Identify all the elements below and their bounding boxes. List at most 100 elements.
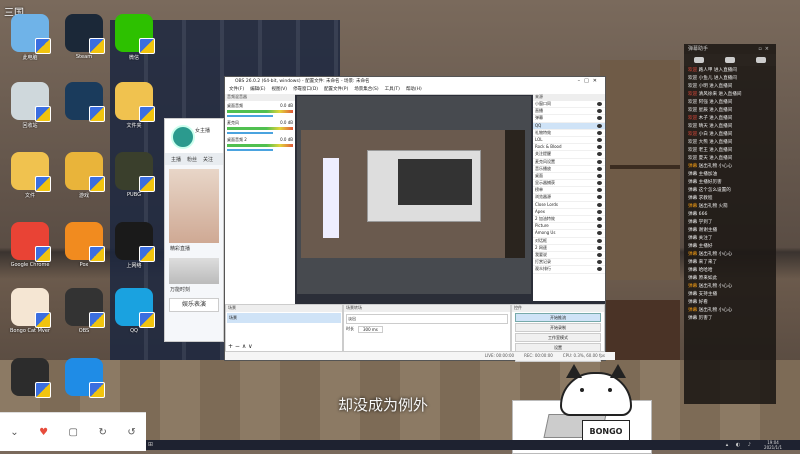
- clock[interactable]: 19:04 2021/1/1: [764, 440, 782, 450]
- window-icon[interactable]: ▢: [69, 427, 78, 438]
- desktop-icon-computer[interactable]: 此电脑: [4, 14, 56, 61]
- source-item[interactable]: 麦克风设置: [533, 159, 605, 166]
- visibility-eye-icon[interactable]: [597, 152, 602, 157]
- volume-slider[interactable]: [227, 149, 274, 151]
- source-item[interactable]: Close Lords: [533, 202, 605, 209]
- menu-item-0[interactable]: 文件(F): [229, 86, 244, 94]
- obs-window[interactable]: OBS 26.0.2 (64-bit, windows) - 配置文件: 未命名…: [224, 76, 615, 362]
- visibility-eye-icon[interactable]: [597, 202, 602, 207]
- desktop-icon-app-v[interactable]: 上网络: [108, 222, 160, 269]
- heart-icon[interactable]: ♥: [39, 427, 48, 438]
- live-helper-window[interactable]: 女主播 主播 粉丝 关注 精彩直播 万能时刻 娱乐表演: [164, 118, 224, 342]
- avatar[interactable]: [171, 125, 195, 149]
- visibility-eye-icon[interactable]: [597, 238, 602, 243]
- visibility-eye-icon[interactable]: [597, 130, 602, 135]
- duration-input[interactable]: 300 ms: [358, 326, 383, 333]
- visibility-eye-icon[interactable]: [597, 116, 602, 121]
- desktop-icon-qq[interactable]: QQ: [108, 288, 160, 334]
- visibility-eye-icon[interactable]: [597, 188, 602, 193]
- settings-button[interactable]: 设置: [515, 343, 601, 352]
- desktop-icon-recycle[interactable]: 回收站: [4, 82, 56, 129]
- desktop-icon-folder[interactable]: 文件夹: [108, 82, 160, 129]
- source-item[interactable]: LOL: [533, 137, 605, 145]
- chat-gift-icon[interactable]: [724, 57, 735, 63]
- source-item[interactable]: 音乐播放: [533, 166, 605, 173]
- tray-icons[interactable]: ▴ ◐ ♪: [726, 442, 754, 448]
- danmaku-chat-window[interactable]: 弹幕助手 ▫× 欢迎 路人甲 进入直播间 欢迎 小鱼儿 进入直播间 欢迎 小明 进入…: [684, 44, 776, 404]
- visibility-eye-icon[interactable]: [597, 137, 602, 142]
- visibility-eye-icon[interactable]: [597, 195, 602, 200]
- scene-add-icon[interactable]: + − ∧ ∨: [228, 343, 253, 350]
- desktop-icon-wechat[interactable]: 微信: [108, 14, 160, 61]
- close-icon[interactable]: ✕: [593, 78, 601, 84]
- visibility-eye-icon[interactable]: [597, 166, 602, 171]
- studio-mode-button[interactable]: 工作室模式: [515, 333, 601, 342]
- source-item[interactable]: 2 加油特效: [533, 216, 605, 224]
- close-icon[interactable]: ×: [765, 46, 772, 52]
- visibility-eye-icon[interactable]: [597, 102, 602, 106]
- menu-item-2[interactable]: 视图(V): [271, 86, 287, 94]
- menu-item-1[interactable]: 编辑(E): [250, 86, 265, 94]
- menu-item-4[interactable]: 配置文件(P): [324, 86, 348, 94]
- obs-preview[interactable]: [297, 96, 531, 294]
- desktop-icon-game-fox[interactable]: 游戏: [58, 152, 110, 199]
- desktop-icon-file[interactable]: 文件: [4, 152, 56, 199]
- desktop-icon-pubg[interactable]: PUBG: [108, 152, 160, 198]
- source-item[interactable]: 观众排行: [533, 266, 605, 274]
- visibility-eye-icon[interactable]: [597, 224, 602, 229]
- undo-icon[interactable]: ↺: [127, 427, 135, 438]
- volume-slider[interactable]: [227, 115, 274, 117]
- collapse-icon[interactable]: ⌄: [10, 427, 18, 438]
- desktop-icon-app-blue-f[interactable]: [58, 358, 110, 398]
- desktop-icon-chrome[interactable]: Google Chrome: [4, 222, 56, 268]
- source-item[interactable]: 礼物特效: [533, 130, 605, 137]
- chat-window-controls[interactable]: ▫×: [758, 44, 772, 54]
- source-item[interactable]: 显示器捕获: [533, 180, 605, 188]
- visibility-eye-icon[interactable]: [597, 159, 602, 164]
- visibility-eye-icon[interactable]: [597, 123, 602, 128]
- desktop-icon-bongo-cat[interactable]: Bongo Cat Mver: [4, 288, 56, 334]
- visibility-eye-icon[interactable]: [597, 173, 602, 178]
- tab-follow[interactable]: 关注: [203, 156, 213, 163]
- entertainment-button[interactable]: 娱乐表演: [169, 298, 219, 312]
- source-item[interactable]: Among Us: [533, 230, 605, 238]
- menu-item-6[interactable]: 工具(T): [385, 86, 400, 94]
- source-item[interactable]: Apex: [533, 209, 605, 216]
- source-item[interactable]: QQ: [533, 122, 605, 130]
- source-item[interactable]: 浏览器源: [533, 194, 605, 202]
- chat-user-icon[interactable]: [755, 57, 766, 63]
- source-item[interactable]: 直播: [533, 108, 605, 116]
- source-item[interactable]: 弹幕: [533, 115, 605, 123]
- source-item[interactable]: 小窗口同: [533, 101, 605, 109]
- window-controls[interactable]: –□✕: [578, 77, 601, 86]
- source-item[interactable]: Picture: [533, 223, 605, 231]
- menu-item-7[interactable]: 帮助(H): [406, 86, 422, 94]
- tab-streamer[interactable]: 主播: [171, 156, 181, 163]
- desktop-icon-steam[interactable]: Steam: [58, 14, 110, 60]
- visibility-eye-icon[interactable]: [597, 260, 602, 265]
- visibility-eye-icon[interactable]: [597, 209, 602, 214]
- start-icon[interactable]: ⊞: [148, 441, 153, 448]
- chat-filter-icon[interactable]: [694, 57, 705, 63]
- menu-item-5[interactable]: 场景集合(S): [354, 86, 378, 94]
- menu-item-3[interactable]: 停靠窗口(D): [293, 86, 318, 94]
- start-streaming-button[interactable]: 开始推流: [515, 313, 601, 322]
- visibility-eye-icon[interactable]: [597, 145, 602, 150]
- source-item[interactable]: 对话框: [533, 238, 605, 245]
- source-item[interactable]: 关注提醒: [533, 151, 605, 159]
- source-item[interactable]: 桌面: [533, 173, 605, 181]
- tab-fans[interactable]: 粉丝: [187, 156, 197, 163]
- desktop-icon-app-bottom[interactable]: [4, 358, 56, 398]
- source-item[interactable]: 2 网速: [533, 245, 605, 252]
- visibility-eye-icon[interactable]: [597, 109, 602, 114]
- start-recording-button[interactable]: 开始录制: [515, 323, 601, 332]
- visibility-eye-icon[interactable]: [597, 181, 602, 186]
- desktop-icon-app-clock[interactable]: [58, 82, 110, 122]
- maximize-icon[interactable]: □: [584, 78, 593, 84]
- visibility-eye-icon[interactable]: [597, 267, 602, 272]
- visibility-eye-icon[interactable]: [597, 245, 602, 250]
- desktop-icon-pox[interactable]: Pox: [58, 222, 110, 268]
- volume-slider[interactable]: [227, 132, 274, 134]
- visibility-eye-icon[interactable]: [597, 252, 602, 257]
- transition-select[interactable]: 淡出: [346, 314, 508, 324]
